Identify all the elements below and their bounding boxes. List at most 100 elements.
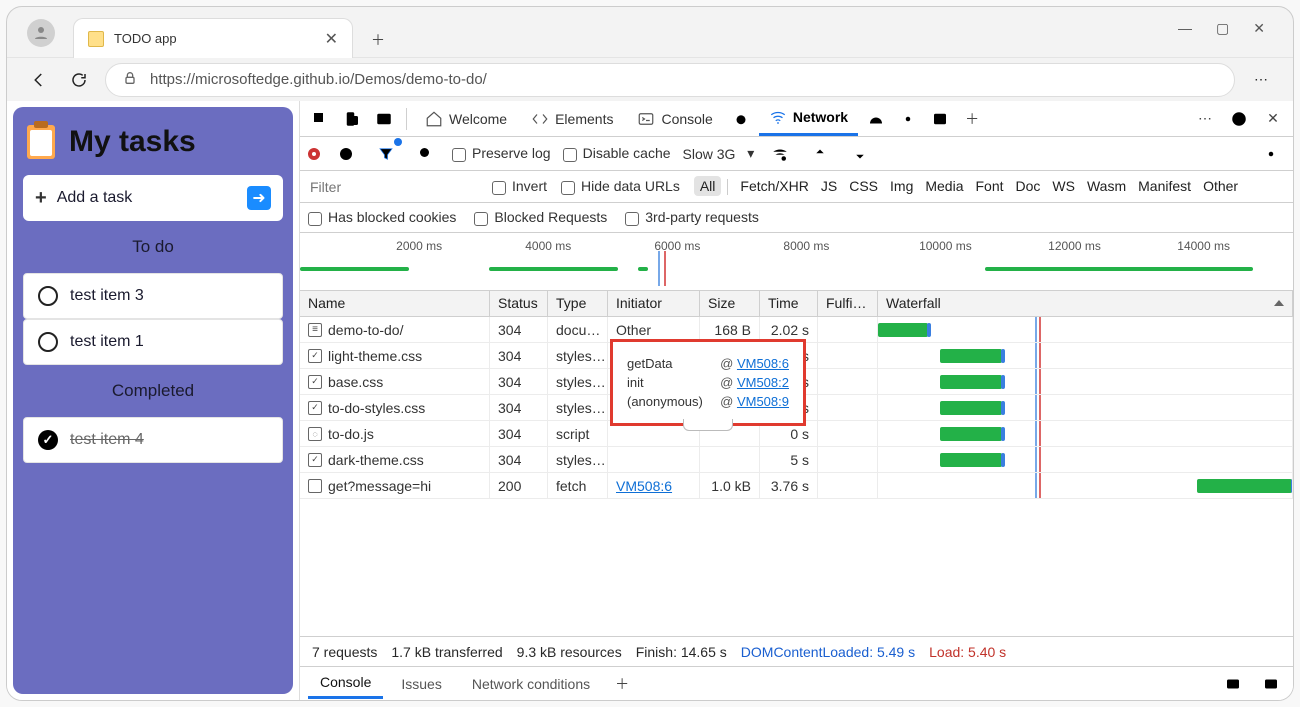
column-header[interactable]: Initiator [608,291,700,317]
third-party-checkbox[interactable]: 3rd-party requests [625,209,759,225]
invert-checkbox[interactable]: Invert [492,178,547,194]
upload-har-icon[interactable] [806,140,834,168]
tab-network[interactable]: Network [759,101,858,136]
stack-link[interactable]: VM508:2 [737,375,789,390]
preserve-log-checkbox[interactable]: Preserve log [452,145,551,161]
wifi-settings-icon[interactable] [766,140,794,168]
task-checkbox-done[interactable] [38,430,58,450]
drawer-expand-icon[interactable] [1257,670,1285,698]
back-button[interactable] [25,66,53,94]
blocked-cookies-checkbox[interactable]: Has blocked cookies [308,209,456,225]
filter-input[interactable] [308,178,478,196]
column-header[interactable]: Waterfall [878,291,1293,317]
browser-tab[interactable]: TODO app ✕ [73,18,353,58]
task-item[interactable]: test item 1 [23,319,283,365]
column-header[interactable]: Size [700,291,760,317]
new-tab-button[interactable]: ＋ [361,23,395,57]
filter-type-other[interactable]: Other [1197,176,1244,196]
column-header[interactable]: Type [548,291,608,317]
refresh-button[interactable] [65,66,93,94]
address-bar[interactable]: https://microsoftedge.github.io/Demos/de… [105,63,1235,97]
drawer-add-button[interactable]: ＋ [608,670,636,698]
blocked-requests-checkbox[interactable]: Blocked Requests [474,209,607,225]
table-row-name[interactable]: demo-to-do/ [300,317,490,343]
clear-button[interactable] [332,140,360,168]
filter-type-ws[interactable]: WS [1046,176,1081,196]
tab-console[interactable]: Console [627,101,722,136]
add-panel-button[interactable]: ＋ [958,105,986,133]
drawer-tab-network-conditions[interactable]: Network conditions [460,670,602,698]
table-row-name[interactable]: get?message=hi [300,473,490,499]
waterfall-bar [940,375,1002,389]
table-row-name[interactable]: base.css [300,369,490,395]
column-header[interactable]: Name [300,291,490,317]
download-har-icon[interactable] [846,140,874,168]
dock-side-button[interactable] [370,105,398,133]
column-header[interactable]: Time [760,291,818,317]
maximize-button[interactable]: ▢ [1216,20,1229,37]
record-button[interactable] [308,148,320,160]
timeline-overview[interactable]: 2000 ms4000 ms6000 ms8000 ms10000 ms1200… [300,233,1293,291]
network-settings-icon[interactable] [1257,140,1285,168]
drawer-dock-icon[interactable] [1219,670,1247,698]
filter-type-doc[interactable]: Doc [1010,176,1047,196]
submit-task-button[interactable]: ➜ [247,186,271,210]
cell-fulfilled [818,421,878,447]
cell-status: 200 [490,473,548,499]
wifi-icon [769,108,787,126]
throttling-select[interactable]: Slow 3G ▾ [683,145,755,162]
cell-initiator[interactable]: VM508:6 [608,473,700,499]
cell-fulfilled [818,447,878,473]
add-task-input[interactable]: + Add a task ➜ [23,175,283,221]
stack-link[interactable]: VM508:9 [737,394,789,409]
application-icon[interactable] [926,105,954,133]
file-type-icon [308,323,322,337]
disable-cache-checkbox[interactable]: Disable cache [563,145,671,161]
browser-menu-button[interactable]: ⋯ [1247,71,1275,88]
task-item[interactable]: test item 3 [23,273,283,319]
drawer-tab-issues[interactable]: Issues [389,670,453,698]
waterfall-bar [940,427,1002,441]
column-header[interactable]: Fulfill… [818,291,878,317]
devtools-close-button[interactable]: ✕ [1259,105,1287,133]
add-icon: + [35,187,47,210]
table-row-name[interactable]: dark-theme.css [300,447,490,473]
task-item-done[interactable]: test item 4 [23,417,283,463]
devtools-more-button[interactable]: ⋯ [1191,105,1219,133]
drawer-tab-console[interactable]: Console [308,668,383,699]
filter-type-fetchxhr[interactable]: Fetch/XHR [734,176,814,196]
filter-type-css[interactable]: CSS [843,176,884,196]
column-header[interactable]: Status [490,291,548,317]
settings-gear-icon[interactable] [894,105,922,133]
initiator-link[interactable]: VM508:6 [616,478,672,494]
tab-elements[interactable]: Elements [521,101,623,136]
bug-icon[interactable] [727,105,755,133]
search-button[interactable] [412,140,440,168]
close-tab-icon[interactable]: ✕ [325,29,338,49]
tab-welcome[interactable]: Welcome [415,101,517,136]
stack-link[interactable]: VM508:6 [737,356,789,371]
filter-type-img[interactable]: Img [884,176,919,196]
table-row-name[interactable]: light-theme.css [300,343,490,369]
network-summary: 7 requests 1.7 kB transferred 9.3 kB res… [300,636,1293,666]
hide-data-urls-checkbox[interactable]: Hide data URLs [561,178,680,194]
performance-icon[interactable] [862,105,890,133]
filter-type-wasm[interactable]: Wasm [1081,176,1132,196]
filter-type-all[interactable]: All [694,176,722,196]
cell-fulfilled [818,343,878,369]
help-button[interactable] [1225,105,1253,133]
table-row-name[interactable]: to-do.js [300,421,490,447]
filter-type-js[interactable]: JS [815,176,843,196]
table-row-name[interactable]: to-do-styles.css [300,395,490,421]
filter-type-font[interactable]: Font [970,176,1010,196]
profile-avatar[interactable] [27,19,55,47]
filter-type-manifest[interactable]: Manifest [1132,176,1197,196]
task-checkbox[interactable] [38,332,58,352]
device-toggle-button[interactable] [338,105,366,133]
close-window-button[interactable]: ✕ [1253,20,1265,37]
minimize-button[interactable]: — [1178,20,1192,37]
filter-type-media[interactable]: Media [919,176,969,196]
task-checkbox[interactable] [38,286,58,306]
filter-toggle-button[interactable] [372,140,400,168]
inspect-element-button[interactable] [306,105,334,133]
